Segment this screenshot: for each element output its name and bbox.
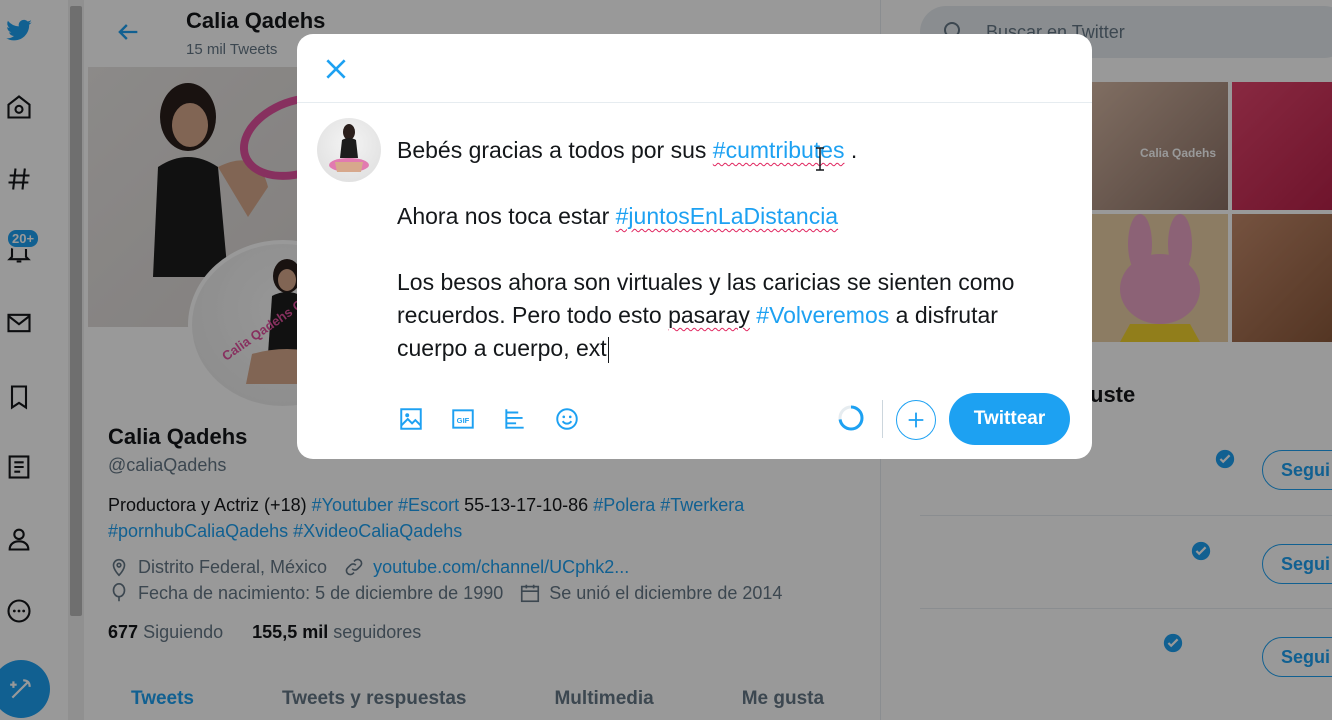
add-tweet-button[interactable] (896, 400, 936, 440)
tweet-hashtag: #Volveremos (756, 302, 890, 328)
emoji-button[interactable] (553, 405, 581, 433)
modal-header (297, 34, 1092, 103)
text-caret (607, 336, 609, 363)
tweet-hashtag: #juntosEnLaDistancia (615, 203, 839, 229)
plus-icon (908, 412, 924, 428)
poll-icon (505, 409, 524, 429)
compose-tweet-modal: Bebés gracias a todos por sus #cumtribut… (297, 34, 1092, 459)
tweet-text-segment: . (844, 137, 858, 163)
smiley-icon (556, 408, 578, 430)
toolbar-divider (882, 400, 883, 438)
tweet-paragraph: Bebés gracias a todos por sus #cumtribut… (397, 134, 1067, 167)
tweet-text-editor[interactable]: Bebés gracias a todos por sus #cumtribut… (397, 134, 1067, 365)
ibeam-cursor-icon (816, 147, 824, 171)
tweet-paragraph: Los besos ahora son virtuales y las cari… (397, 266, 1067, 365)
media-button[interactable] (397, 405, 425, 433)
close-icon[interactable] (323, 56, 349, 82)
compose-avatar[interactable] (317, 118, 381, 182)
character-count-ring (838, 405, 864, 431)
tweet-paragraph: Ahora nos toca estar #juntosEnLaDistanci… (397, 200, 1067, 233)
gif-button[interactable]: GIF (449, 405, 477, 433)
image-icon (400, 408, 422, 430)
tweet-text-segment: Ahora nos toca estar (397, 203, 616, 229)
gif-icon: GIF (452, 409, 474, 429)
tweet-text-segment: Bebés gracias a todos por sus (397, 137, 713, 163)
poll-button[interactable] (501, 405, 529, 433)
avatar-photo (329, 124, 369, 172)
tweet-submit-button[interactable]: Twittear (949, 393, 1070, 445)
tweet-misspelled-word: pasaray (668, 302, 750, 328)
svg-text:GIF: GIF (457, 416, 470, 425)
compose-toolbar: GIF (397, 402, 581, 436)
